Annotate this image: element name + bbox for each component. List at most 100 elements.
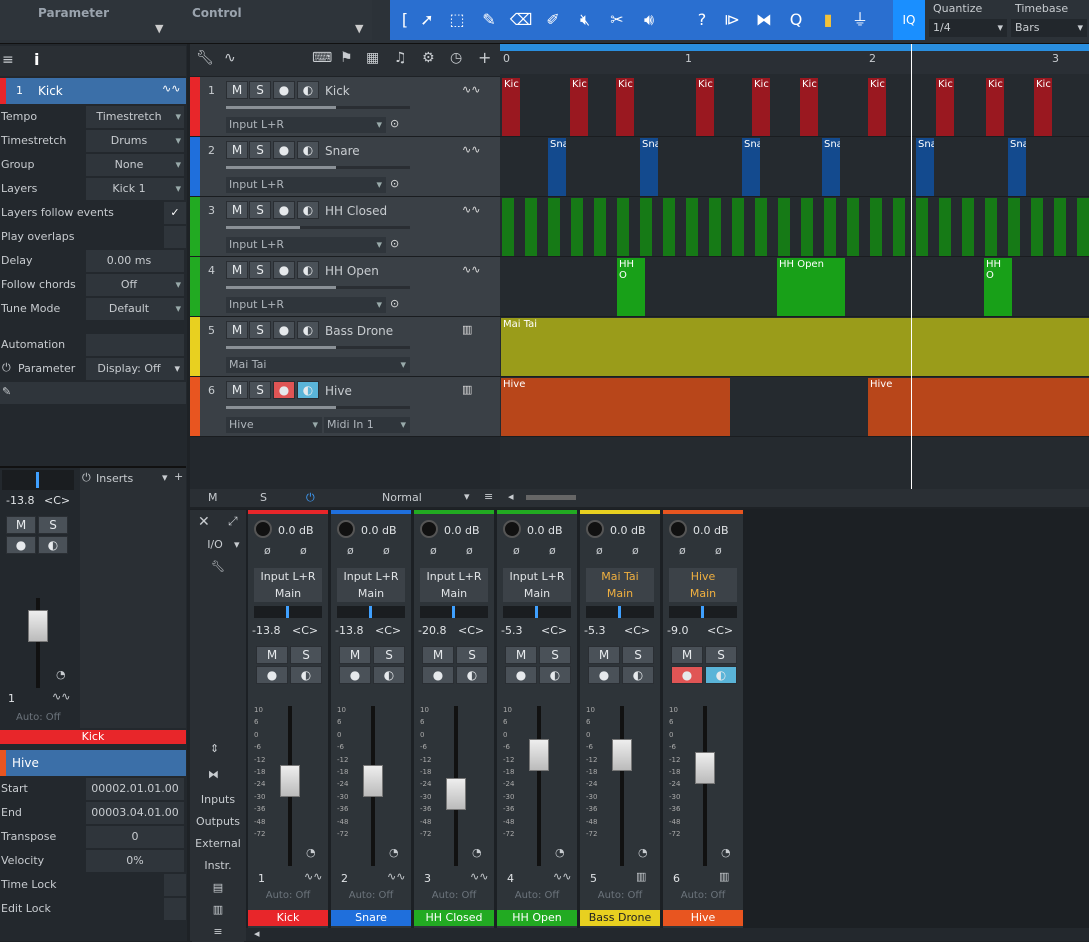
channel-output[interactable]: Main <box>337 585 405 602</box>
track-header[interactable]: 1MS●◐ Kick ∿∿ Input L+R ⊙ <box>190 77 500 137</box>
eraser-tool-icon[interactable]: ⌫ <box>508 6 534 34</box>
monitor-toggle-icon[interactable]: ⊙ <box>390 237 399 250</box>
channel-input[interactable]: Hive <box>669 568 737 585</box>
pan-slider[interactable] <box>503 606 571 618</box>
checkbox[interactable] <box>164 226 186 248</box>
channel-solo-button[interactable]: S <box>456 646 488 664</box>
channel-record-button[interactable]: ● <box>671 666 703 684</box>
hh-closed-event[interactable] <box>939 198 951 256</box>
inspector-row-value[interactable]: Drums <box>86 130 184 152</box>
inspector-row-value[interactable]: Off <box>86 274 184 296</box>
hh-closed-event[interactable] <box>525 198 537 256</box>
mini-fader[interactable] <box>28 610 48 642</box>
power-icon[interactable]: ⏻ <box>2 361 11 375</box>
monitor-toggle-icon[interactable]: ⊙ <box>390 177 399 190</box>
gain-knob[interactable] <box>669 520 687 538</box>
track-volume-slider[interactable] <box>226 226 410 229</box>
io-routing[interactable]: Input L+R Main <box>337 568 405 602</box>
pan-slider[interactable] <box>254 606 322 618</box>
loop-region[interactable] <box>500 44 1089 51</box>
monitor-toggle-icon[interactable]: ⊙ <box>390 117 399 130</box>
hh-closed-event[interactable] <box>686 198 698 256</box>
kick-event[interactable]: Kic <box>986 78 1004 136</box>
snare-event[interactable]: Sna <box>916 138 934 196</box>
hh-closed-event[interactable] <box>732 198 744 256</box>
menu-lines-icon[interactable]: ≡ <box>192 922 244 942</box>
solo-button[interactable]: S <box>249 381 271 399</box>
channel-input[interactable]: Input L+R <box>503 568 571 585</box>
input-select[interactable]: Input L+R <box>226 297 386 313</box>
inserts-power-icon[interactable]: ⏻ <box>82 471 91 485</box>
hive-event[interactable]: Hive <box>501 378 730 436</box>
track-volume-slider[interactable] <box>226 286 410 289</box>
keyboard-icon[interactable]: ⌨ <box>312 50 332 66</box>
record-button[interactable]: ● <box>273 261 295 279</box>
grid-icon[interactable]: ▦ <box>366 50 379 66</box>
input-select[interactable]: Input L+R <box>226 237 386 253</box>
info-icon[interactable]: i <box>34 50 39 69</box>
track-volume-slider[interactable] <box>226 106 410 109</box>
track-name[interactable]: Snare <box>325 144 360 158</box>
record-button[interactable]: ● <box>273 381 295 399</box>
gain-knob[interactable] <box>503 520 521 538</box>
gain-knob[interactable] <box>254 520 272 538</box>
track-header[interactable]: 2MS●◐ Snare ∿∿ Input L+R ⊙ <box>190 137 500 197</box>
footer-solo-all[interactable]: S <box>260 491 267 504</box>
solo-button[interactable]: S <box>249 141 271 159</box>
updown-icon[interactable]: ⇕ <box>210 742 219 755</box>
pan-knob-icon[interactable]: ◔ <box>472 846 482 859</box>
mixer-scroll-left-icon[interactable]: ◂ <box>254 927 260 940</box>
hh-closed-event[interactable] <box>709 198 721 256</box>
track-name[interactable]: Hive <box>325 384 352 398</box>
inputs-button[interactable]: Inputs <box>192 790 244 810</box>
wrench-icon[interactable]: 🔧︎ <box>196 50 214 66</box>
hh-closed-event[interactable] <box>801 198 813 256</box>
channel-auto[interactable]: Auto: Off <box>663 890 743 901</box>
hh-closed-event[interactable] <box>847 198 859 256</box>
audio-bend-icon[interactable]: ⧐ <box>719 6 745 34</box>
snare-event[interactable]: Sna <box>822 138 840 196</box>
channel-input[interactable]: Input L+R <box>337 568 405 585</box>
hh-open-event[interactable]: HH Open <box>777 258 845 316</box>
input-select[interactable]: Input L+R <box>226 117 386 133</box>
kick-event[interactable]: Kic <box>752 78 770 136</box>
channel-solo-button[interactable]: S <box>622 646 654 664</box>
channel-monitor-button[interactable]: ◐ <box>456 666 488 684</box>
kick-event[interactable]: Kic <box>800 78 818 136</box>
mixer-icon[interactable]: ⚙ <box>422 50 435 66</box>
hh-closed-event[interactable] <box>916 198 928 256</box>
hh-closed-event[interactable] <box>617 198 629 256</box>
monitor-button[interactable]: ◐ <box>297 381 319 399</box>
bank-icon[interactable]: ▤ <box>192 878 244 898</box>
hh-open-event[interactable]: HH O <box>984 258 1012 316</box>
monitor-button[interactable]: ◐ <box>297 261 319 279</box>
monitor-toggle-icon[interactable]: ⊙ <box>390 297 399 310</box>
add-track-icon[interactable]: + <box>478 48 491 67</box>
mute-button[interactable]: M <box>226 381 248 399</box>
solo-button[interactable]: S <box>249 81 271 99</box>
channel-fader[interactable] <box>446 777 466 810</box>
gain-knob[interactable] <box>586 520 604 538</box>
mute-button[interactable]: M <box>226 81 248 99</box>
inspector-track-header[interactable]: 1 Kick ∿∿ <box>0 78 186 104</box>
hh-closed-event[interactable] <box>502 198 514 256</box>
monitor-button[interactable]: ◐ <box>297 201 319 219</box>
gain-knob[interactable] <box>420 520 438 538</box>
record-button[interactable]: ● <box>273 321 295 339</box>
parameter-dropdown-icon[interactable]: ▼ <box>155 22 163 35</box>
track-header[interactable]: 5 M S ● ◐ Bass Drone ▥ Mai Tai <box>190 317 500 377</box>
monitor-button[interactable]: ◐ <box>297 141 319 159</box>
channel-monitor-button[interactable]: ◐ <box>539 666 571 684</box>
arrow-tool-icon[interactable]: ➚ <box>414 6 440 34</box>
split-tool-icon[interactable]: ✂ <box>604 6 630 34</box>
channel-auto[interactable]: Auto: Off <box>497 890 577 901</box>
mini-mute-button[interactable]: M <box>6 516 36 534</box>
mini-auto-label[interactable]: Auto: Off <box>16 712 61 723</box>
display-select[interactable]: Display: Off ▾ <box>86 358 184 380</box>
iq-button[interactable]: IQ <box>893 0 925 40</box>
track-header[interactable]: 6MS●◐ Hive ▥ Hive Midi In 1 <box>190 377 500 437</box>
gain-knob[interactable] <box>337 520 355 538</box>
checkbox[interactable] <box>164 874 186 896</box>
channel-fader[interactable] <box>529 738 549 771</box>
channel-monitor-button[interactable]: ◐ <box>373 666 405 684</box>
